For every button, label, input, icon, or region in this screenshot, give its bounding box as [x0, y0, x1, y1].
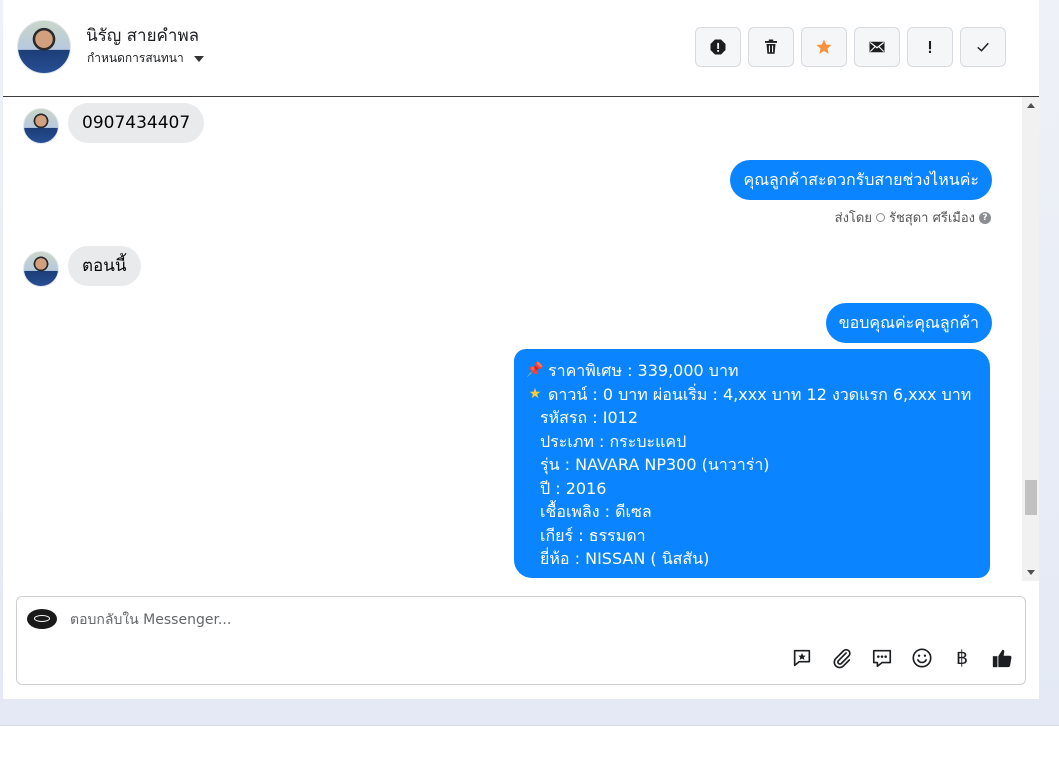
sent-by-name[interactable]: รัชสุดา ศรีเมือง — [889, 207, 975, 228]
saved-reply-button[interactable] — [791, 647, 813, 669]
conversation-header: นิรัญ สายคำพล กำหนดการสนทนา — [3, 0, 1039, 97]
attach-icon — [833, 648, 851, 669]
envelope-icon — [869, 41, 885, 53]
listing-fuel: เชื้อเพลิง : ดีเซล — [540, 502, 652, 521]
saved-reply-icon — [793, 649, 811, 667]
emoji-icon — [912, 648, 932, 668]
scroll-up-arrow-icon[interactable] — [1027, 103, 1035, 108]
listing-brand: ยี่ห้อ : NISSAN ( นิสสัน) — [540, 549, 710, 568]
caret-down-icon — [193, 56, 204, 62]
thumbs-up-icon — [992, 649, 1012, 668]
scroll-down-arrow-icon[interactable] — [1027, 570, 1035, 575]
listing-line: เชื้อเพลิง : ดีเซล — [526, 500, 978, 524]
agent-status-icon — [875, 213, 885, 222]
assign-conversation-label: กำหนดการสนทนา — [87, 51, 184, 65]
mark-done-button[interactable] — [960, 27, 1006, 67]
composer-tools: ฿ — [791, 647, 1013, 669]
message-thread[interactable]: 0907434407 คุณลูกค้าสะดวกรับสายช่วงไหนค่… — [3, 97, 1021, 581]
listing-line: ยี่ห้อ : NISSAN ( นิสสัน) — [526, 547, 978, 571]
help-icon[interactable]: ? — [979, 211, 991, 224]
outgoing-message-listing[interactable]: 📌 ราคาพิเศษ : 339,000 บาท ★ ดาวน์ : 0 บาท … — [514, 349, 990, 578]
pushpin-icon: 📌 — [526, 362, 544, 378]
listing-down-payment: ดาวน์ : 0 บาท ผ่อนเริ่ม : 4,xxx บาท 12 ง… — [548, 384, 972, 404]
thread-scrollbar[interactable] — [1022, 97, 1039, 581]
attach-button[interactable] — [831, 647, 853, 669]
listing-year: ปี : 2016 — [540, 478, 607, 498]
sent-by-label: ส่งโดย — [834, 211, 872, 226]
listing-model: รุ่น : NAVARA NP300 (นาวาร่า) — [540, 455, 770, 474]
listing-code: รหัสรถ : I012 — [540, 408, 639, 427]
outgoing-message[interactable]: คุณลูกค้าสะดวกรับสายช่วงไหนค่ะ — [730, 160, 992, 200]
outgoing-message[interactable]: ขอบคุณค่ะคุณลูกค้า — [825, 303, 992, 343]
exclamation-icon — [928, 41, 932, 53]
thumbs-up-button[interactable] — [991, 647, 1013, 669]
mark-important-button[interactable] — [907, 27, 953, 67]
listing-line: รหัสรถ : I012 — [526, 406, 978, 430]
listing-line: รุ่น : NAVARA NP300 (นาวาร่า) — [526, 453, 978, 477]
sender-avatar — [23, 108, 59, 144]
sent-by-info: ส่งโดย รัชสุดา ศรีเมือง ? — [835, 207, 991, 228]
quick-reply-icon — [872, 649, 892, 668]
baht-payment-icon: ฿ — [955, 647, 969, 669]
incoming-message[interactable]: ตอนนี้ — [68, 246, 141, 286]
quick-reply-button[interactable] — [871, 647, 893, 669]
listing-line: ปี : 2016 — [526, 477, 978, 501]
contact-avatar[interactable] — [17, 20, 71, 74]
incoming-message[interactable]: 0907434407 — [68, 103, 205, 143]
reply-composer: ฿ — [16, 596, 1026, 685]
baht-payment-button[interactable]: ฿ — [951, 647, 973, 669]
header-actions — [695, 27, 1006, 67]
listing-price: ราคาพิเศษ : 339,000 บาท — [548, 361, 739, 380]
check-icon — [977, 42, 989, 52]
sender-avatar — [23, 251, 59, 287]
listing-line: เกียร์ : ธรรมดา — [526, 524, 978, 548]
trash-icon — [765, 39, 777, 54]
star-icon: ★ — [528, 385, 542, 402]
reply-input[interactable] — [70, 608, 770, 632]
listing-type: ประเภท : กระบะแคป — [540, 431, 687, 451]
listing-gear: เกียร์ : ธรรมดา — [540, 525, 646, 545]
star-icon — [816, 39, 832, 54]
page-logo-icon — [27, 609, 57, 629]
alert-octagon-icon — [710, 39, 726, 55]
assign-conversation-dropdown[interactable]: กำหนดการสนทนา — [87, 49, 204, 68]
scrollbar-thumb[interactable] — [1025, 480, 1037, 515]
mark-unread-button[interactable] — [854, 27, 900, 67]
listing-line: ประเภท : กระบะแคป — [526, 430, 978, 454]
listing-line: ★ ดาวน์ : 0 บาท ผ่อนเริ่ม : 4,xxx บาท 12 … — [526, 383, 978, 407]
divider — [0, 725, 1059, 726]
delete-button[interactable] — [748, 27, 794, 67]
listing-line: 📌 ราคาพิเศษ : 339,000 บาท — [526, 359, 978, 383]
emoji-button[interactable] — [911, 647, 933, 669]
report-spam-button[interactable] — [695, 27, 741, 67]
contact-name[interactable]: นิรัญ สายคำพล — [86, 22, 199, 49]
conversation-panel: นิรัญ สายคำพล กำหนดการสนทนา 0907434407 ค… — [3, 0, 1039, 699]
star-button[interactable] — [801, 27, 847, 67]
